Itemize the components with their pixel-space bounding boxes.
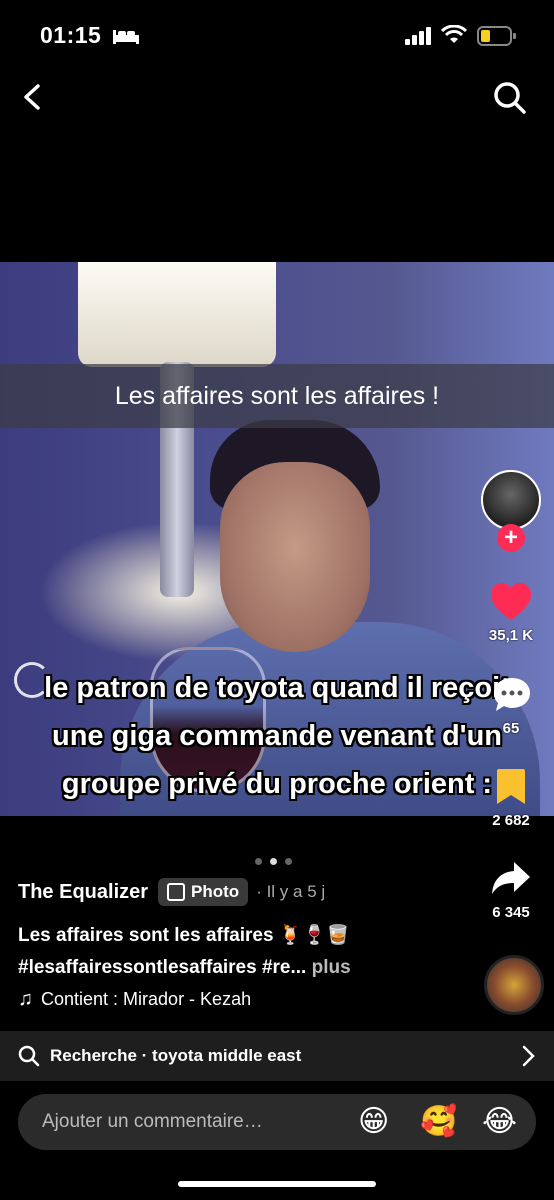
save-count: 2 682: [492, 812, 530, 829]
photo-icon: [167, 883, 186, 901]
search-suggestion-text: Recherche · toyota middle east: [50, 1046, 302, 1065]
more-link[interactable]: plus: [306, 957, 351, 978]
comment-count: 65: [502, 720, 520, 737]
post-age: · Il y a 5 j: [256, 882, 326, 901]
emoji-hearts-button[interactable]: 🥰: [420, 1105, 457, 1139]
cellular-signal-icon: [405, 27, 431, 45]
search-icon: [18, 1045, 40, 1067]
comment-input[interactable]: Ajouter un commentaire… 😁 🥰 😂: [18, 1094, 536, 1150]
music-label: Contient : Mirador - Kezah: [41, 989, 252, 1009]
overlay-line: groupe privé du proche orient :: [61, 768, 493, 800]
home-indicator: [178, 1181, 376, 1187]
photo-badge-label: Photo: [191, 882, 240, 901]
share-count: 6 345: [492, 904, 530, 921]
emoji-laugh-button[interactable]: 😂: [482, 1105, 517, 1139]
carousel-dot: [285, 858, 292, 865]
back-button[interactable]: [18, 82, 48, 112]
lamp-shade: [78, 262, 276, 367]
chevron-right-icon: [522, 1045, 535, 1067]
photo-badge: Photo: [158, 878, 249, 906]
carousel-dot-active: [270, 858, 277, 865]
comment-placeholder: Ajouter un commentaire…: [42, 1111, 263, 1132]
follow-plus-icon[interactable]: +: [497, 524, 525, 552]
clock: 01:15: [40, 22, 102, 48]
creator-avatar[interactable]: [481, 470, 541, 530]
author-line: The Equalizer Photo · Il y a 5 j: [18, 878, 325, 906]
battery-icon: [477, 26, 516, 46]
bookmark-icon[interactable]: [494, 768, 528, 806]
description-line: Les affaires sont les affaires 🍹🍷🥃: [18, 925, 350, 946]
post-description[interactable]: Les affaires sont les affaires 🍹🍷🥃 #lesa…: [18, 920, 458, 984]
comment-bubble-icon[interactable]: [492, 676, 532, 714]
search-icon[interactable]: [492, 80, 528, 116]
overlay-line: le patron de toyota quand il reçoit: [44, 672, 510, 704]
person-face: [220, 462, 370, 652]
like-count: 35,1 K: [488, 627, 534, 644]
sleep-mode-icon: [113, 30, 139, 44]
photo-caption-text: Les affaires sont les affaires !: [114, 381, 440, 410]
emoji-grin-button[interactable]: 😁: [358, 1105, 389, 1139]
carousel-indicator: [255, 852, 300, 870]
hashtags[interactable]: #lesaffairessontlesaffaires #re...: [18, 957, 306, 978]
search-suggestion-bar[interactable]: Recherche · toyota middle east: [0, 1031, 554, 1081]
like-heart-icon[interactable]: [489, 582, 533, 622]
carousel-dot: [255, 858, 262, 865]
share-arrow-icon[interactable]: [490, 860, 532, 898]
wifi-icon: [441, 25, 467, 43]
photo-caption-bar: Les affaires sont les affaires !: [0, 364, 554, 428]
status-bar: 01:15: [0, 0, 554, 70]
author-name[interactable]: The Equalizer: [18, 881, 148, 904]
music-note-icon: ♫: [18, 988, 33, 1010]
music-info[interactable]: ♫ Contient : Mirador - Kezah: [18, 988, 251, 1011]
music-disc-icon[interactable]: [484, 955, 544, 1015]
